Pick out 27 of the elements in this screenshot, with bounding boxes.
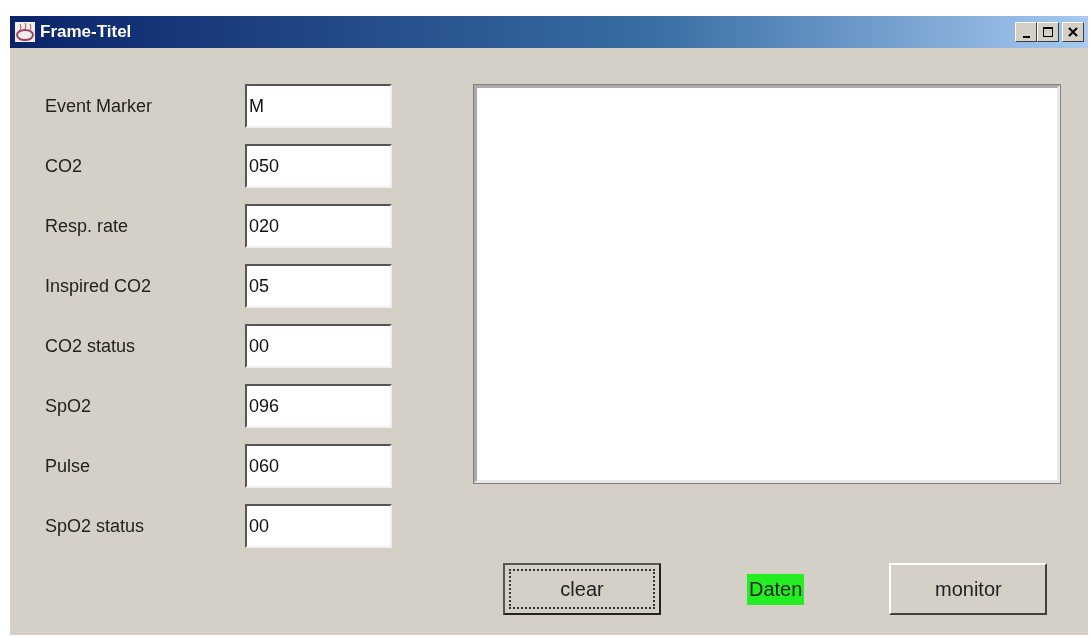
input-field[interactable]: M (245, 84, 392, 128)
field-label: Pulse (45, 455, 92, 477)
input-field[interactable]: 060 (245, 444, 392, 488)
maximize-button[interactable] (1037, 22, 1059, 42)
input-field[interactable]: 050 (245, 144, 392, 188)
window-title: Frame-Titel (40, 22, 133, 42)
minimize-icon (1022, 35, 1030, 38)
field-label: SpO2 status (45, 515, 146, 537)
close-icon (1067, 26, 1079, 38)
input-field[interactable]: 020 (245, 204, 392, 248)
input-field[interactable]: 00 (245, 504, 392, 548)
input-field[interactable]: 00 (245, 324, 392, 368)
cup-icon (14, 21, 36, 43)
field-label: Event Marker (45, 95, 154, 117)
maximize-icon (1042, 26, 1054, 38)
field-label: SpO2 (45, 395, 93, 417)
monitor-button[interactable]: monitor (889, 563, 1048, 615)
field-label: Inspired CO2 (45, 275, 153, 297)
input-field[interactable]: 096 (245, 384, 392, 428)
field-label: Resp. rate (45, 215, 130, 237)
close-button[interactable] (1062, 22, 1084, 42)
field-label: CO2 (45, 155, 83, 177)
clear-button[interactable]: clear (503, 563, 661, 615)
minimize-button[interactable] (1015, 22, 1037, 42)
input-field[interactable]: 05 (245, 264, 392, 308)
status-label: Daten (747, 573, 805, 605)
field-label: CO2 status (45, 335, 137, 357)
